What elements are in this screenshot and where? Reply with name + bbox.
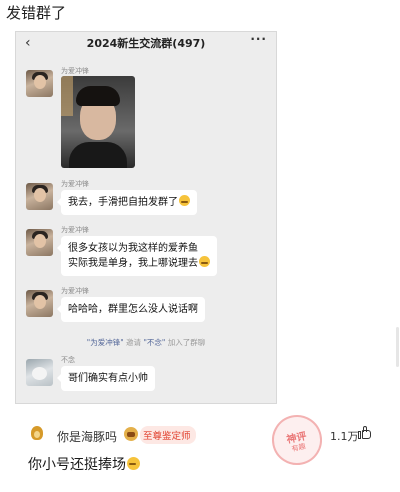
sender-name: 为爱冲锋 — [61, 287, 89, 295]
comment-item: 你是海豚吗 至尊鉴定师 神评 有趣 1.1万 你小号还挺捧场 — [0, 410, 400, 492]
message-bubble[interactable]: 我去，手滑把自拍发群了 — [57, 190, 197, 215]
avatar[interactable] — [26, 229, 53, 256]
system-join-note: "为爱冲锋" 邀请 "不念" 加入了群聊 — [16, 337, 276, 348]
inviter-name[interactable]: "为爱冲锋" — [87, 338, 124, 347]
sweat-smile-emoji-icon — [179, 195, 190, 206]
more-dots-icon[interactable]: ··· — [250, 32, 267, 46]
message-text: 我去，手滑把自拍发群了 — [68, 197, 178, 208]
chevron-left-icon[interactable]: ‹ — [25, 35, 31, 51]
chat-title: 2024新生交流群(497) — [86, 37, 206, 50]
sender-name: 不念 — [61, 356, 75, 364]
avatar[interactable] — [26, 359, 53, 386]
chat-screenshot: ‹ 2024新生交流群(497) ··· 为爱冲锋 为爱冲锋 我去，手滑把自拍发… — [15, 31, 277, 404]
thumbs-up-icon[interactable] — [358, 426, 371, 439]
post-page: 发错群了 ‹ 2024新生交流群(497) ··· 为爱冲锋 为爱冲锋 我去，手… — [0, 0, 400, 492]
avatar[interactable] — [26, 290, 53, 317]
laughing-emoji-icon — [127, 457, 140, 470]
selfie-image[interactable] — [61, 76, 135, 168]
invite-verb: 邀请 — [126, 338, 142, 347]
message-text: 哥们确实有点小帅 — [68, 373, 148, 384]
like-count: 1.1万 — [330, 430, 359, 443]
avatar[interactable] — [26, 70, 53, 97]
message-text: 哈哈哈，群里怎么没人说话啊 — [68, 304, 198, 315]
join-text: 加入了群聊 — [167, 338, 206, 347]
message-bubble[interactable]: 哥们确实有点小帅 — [57, 366, 155, 391]
grimace-emoji-icon — [199, 256, 210, 267]
comment-text: 你小号还挺捧场 — [28, 454, 140, 474]
scrollbar[interactable] — [396, 327, 399, 367]
sender-name: 为爱冲锋 — [61, 67, 89, 75]
commenter-badge: 至尊鉴定师 — [140, 426, 196, 444]
message-bubble[interactable]: 哈哈哈，群里怎么没人说话啊 — [57, 297, 205, 322]
top-comment-stamp: 神评 有趣 — [267, 410, 327, 470]
post-title: 发错群了 — [6, 4, 67, 22]
message-bubble[interactable]: 很多女孩以为我这样的爱养鱼 实际我是单身，我上哪说理去 — [57, 236, 217, 276]
avatar[interactable] — [26, 183, 53, 210]
comment-text-content: 你小号还挺捧场 — [28, 457, 126, 473]
medal-icon — [124, 427, 138, 441]
message-text-line: 很多女孩以为我这样的爱养鱼 — [68, 243, 198, 254]
sender-name: 为爱冲锋 — [61, 226, 89, 234]
sender-name: 为爱冲锋 — [61, 180, 89, 188]
commenter-avatar[interactable] — [28, 424, 46, 442]
message-text-line: 实际我是单身，我上哪说理去 — [68, 258, 198, 269]
commenter-name[interactable]: 你是海豚吗 — [57, 428, 117, 445]
invitee-name[interactable]: "不念" — [143, 338, 165, 347]
chat-header: ‹ 2024新生交流群(497) ··· — [16, 32, 276, 54]
